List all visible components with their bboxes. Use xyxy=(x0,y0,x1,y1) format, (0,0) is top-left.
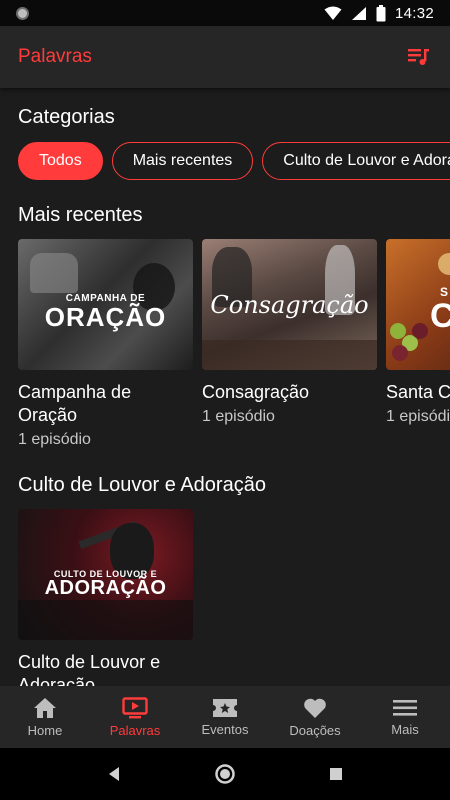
card-episodes: 1 episódio xyxy=(202,408,275,425)
wifi-icon xyxy=(324,6,342,20)
card-campanha-oracao[interactable]: CAMPANHA DE ORAÇÃO Campanha de Oração 1 … xyxy=(18,239,193,449)
page-title: Palavras xyxy=(18,46,92,67)
status-bar: 14:32 xyxy=(0,0,450,26)
nav-label: Eventos xyxy=(201,721,249,737)
card-title-line2: Oração xyxy=(18,405,78,425)
recent-row: CAMPANHA DE ORAÇÃO Campanha de Oração 1 … xyxy=(18,239,450,449)
back-icon[interactable] xyxy=(106,766,122,782)
battery-icon xyxy=(376,4,386,21)
recent-title: Mais recentes xyxy=(18,204,143,226)
nav-label: Palavras xyxy=(109,722,161,738)
nav-label: Mais xyxy=(391,721,419,737)
thumb-big-text: C xyxy=(430,297,450,335)
nav-item-home[interactable]: Home xyxy=(0,686,90,748)
recents-icon[interactable] xyxy=(328,766,344,782)
thumb-big-text: ADORAÇÃO xyxy=(44,577,167,599)
worship-title: Culto de Louvor e Adoração xyxy=(18,474,266,496)
playlist-button[interactable] xyxy=(406,44,432,70)
signal-icon xyxy=(351,6,366,20)
category-chips: Todos Mais recentes Culto de Louvor e Ad… xyxy=(18,142,450,180)
card-thumbnail: Consagração xyxy=(202,239,377,370)
menu-icon xyxy=(393,699,417,716)
nav-label: Home xyxy=(27,722,63,738)
playlist-music-icon xyxy=(408,49,429,65)
heart-icon xyxy=(304,698,326,718)
card-thumbnail: S C xyxy=(386,239,450,370)
card-title-line2: Adoração xyxy=(18,675,96,686)
card-thumbnail: CULTO DE LOUVOR E ADORAÇÃO xyxy=(18,509,193,640)
system-navigation-bar xyxy=(0,748,450,800)
nav-item-eventos[interactable]: Eventos xyxy=(180,686,270,748)
content-area[interactable]: Categorias Todos Mais recentes Culto de … xyxy=(0,88,450,686)
card-culto-louvor[interactable]: CULTO DE LOUVOR E ADORAÇÃO Culto de Louv… xyxy=(18,509,193,686)
home-icon xyxy=(34,697,56,718)
card-santa-ceia[interactable]: S C Santa Ceia 1 episódio xyxy=(386,239,450,449)
nav-label: Doações xyxy=(289,722,341,738)
home-circle-icon[interactable] xyxy=(214,763,236,785)
card-title-line1: Consagração xyxy=(202,382,310,402)
nav-item-palavras[interactable]: Palavras xyxy=(90,686,180,748)
tv-play-icon xyxy=(122,696,148,718)
nav-item-mais[interactable]: Mais xyxy=(360,686,450,748)
categories-title: Categorias xyxy=(18,106,115,128)
card-episodes: 1 episódio xyxy=(18,431,91,448)
app-bar: Palavras xyxy=(0,26,450,88)
notification-icon xyxy=(16,6,29,20)
chip-todos[interactable]: Todos xyxy=(18,142,103,180)
ticket-icon xyxy=(213,698,237,717)
card-consagracao[interactable]: Consagração Consagração 1 episódio xyxy=(202,239,377,449)
thumb-big-text: ORAÇÃO xyxy=(44,302,167,332)
card-title-line1: Santa Ceia xyxy=(386,382,450,402)
status-right: 14:32 xyxy=(324,4,434,22)
status-time: 14:32 xyxy=(394,4,434,22)
card-title-line1: Culto de Louvor e xyxy=(18,652,161,672)
card-episodes: 1 episódio xyxy=(386,408,450,425)
chip-culto-louvor[interactable]: Culto de Louvor e Adoração xyxy=(262,142,450,180)
card-thumbnail: CAMPANHA DE ORAÇÃO xyxy=(18,239,193,370)
chip-mais-recentes[interactable]: Mais recentes xyxy=(111,142,254,180)
nav-item-doacoes[interactable]: Doações xyxy=(270,686,360,748)
card-title-line1: Campanha de xyxy=(18,382,132,402)
worship-row: CULTO DE LOUVOR E ADORAÇÃO Culto de Louv… xyxy=(18,509,193,686)
bottom-navigation: Home Palavras Eventos Doações Mais xyxy=(0,686,450,748)
thumb-big-text: Consagração xyxy=(210,291,369,319)
